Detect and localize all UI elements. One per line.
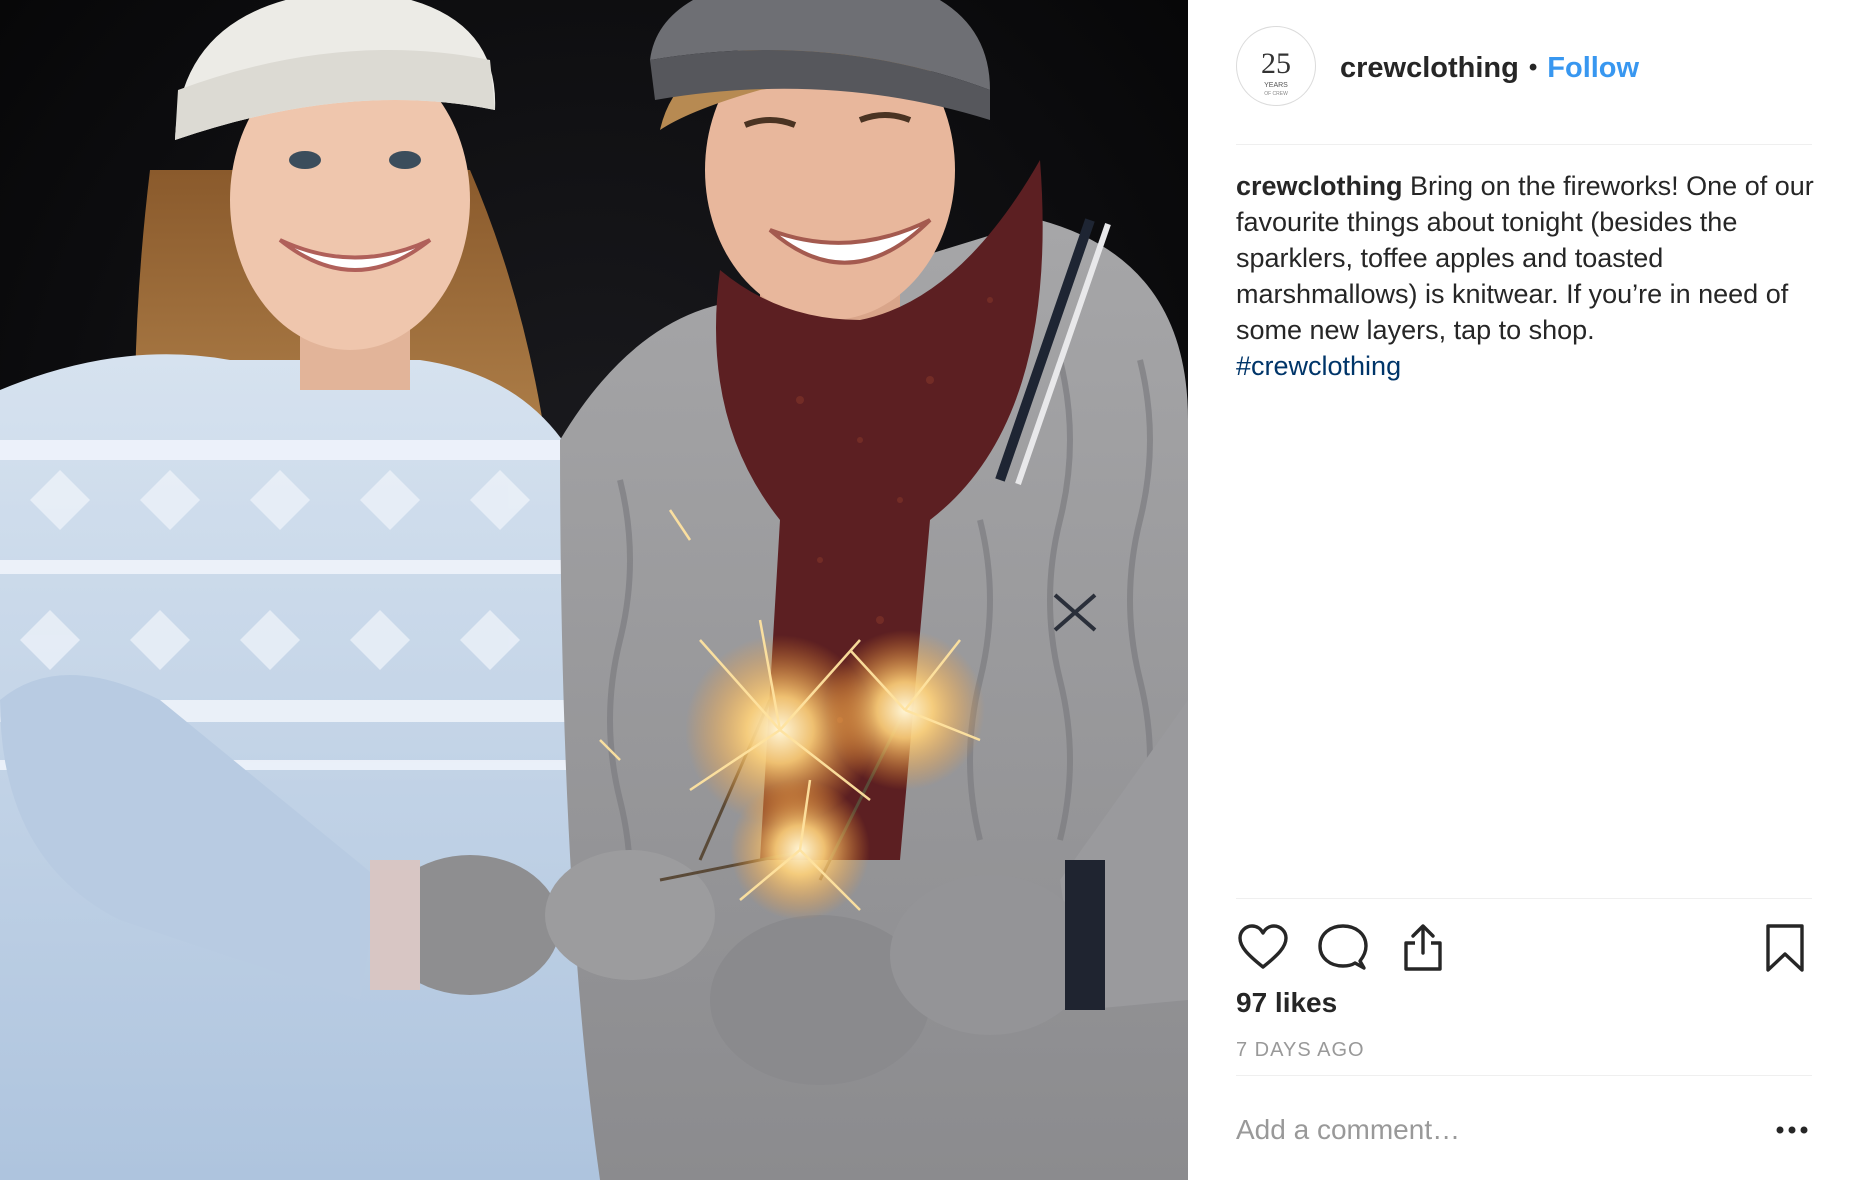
avatar-subcaption: OF CREW <box>1264 91 1288 97</box>
share-button[interactable] <box>1396 921 1450 975</box>
post-photo[interactable] <box>0 0 1188 1180</box>
share-icon <box>1404 924 1442 971</box>
post-details-panel: 25 YEARS OF CREW crewclothing • Follow c… <box>1188 0 1852 1180</box>
instagram-post: 25 YEARS OF CREW crewclothing • Follow c… <box>0 0 1852 1180</box>
avatar-caption: YEARS <box>1264 82 1288 89</box>
comment-button[interactable] <box>1316 921 1370 975</box>
avatar-number: 25 <box>1261 47 1291 80</box>
post-timestamp[interactable]: 7 DAYS AGO <box>1236 1039 1365 1062</box>
more-options-button[interactable] <box>1772 1110 1812 1150</box>
post-image <box>0 0 1188 1180</box>
post-caption: crewclothing Bring on the fireworks! One… <box>1236 168 1816 384</box>
post-header: 25 YEARS OF CREW crewclothing • Follow <box>1236 24 1812 145</box>
post-actions: 97 likes 7 DAYS AGO <box>1236 898 1812 1079</box>
bookmark-icon <box>1766 924 1804 972</box>
follow-button[interactable]: Follow <box>1547 52 1639 85</box>
comment-bar <box>1236 1075 1812 1180</box>
comment-icon <box>1318 924 1368 970</box>
username-link[interactable]: crewclothing <box>1340 52 1519 85</box>
brand-logo-icon: 25 YEARS OF CREW <box>1261 47 1291 97</box>
caption-hashtag[interactable]: #crewclothing <box>1236 348 1816 384</box>
avatar[interactable]: 25 YEARS OF CREW <box>1236 26 1316 106</box>
username-row: crewclothing • Follow <box>1340 48 1639 88</box>
heart-icon <box>1238 924 1288 969</box>
likes-count[interactable]: 97 likes <box>1236 987 1337 1019</box>
separator-dot: • <box>1528 54 1538 81</box>
save-button[interactable] <box>1758 921 1812 975</box>
caption-username[interactable]: crewclothing <box>1236 171 1403 201</box>
like-button[interactable] <box>1236 921 1290 975</box>
more-options-icon <box>1776 1126 1808 1134</box>
comment-input[interactable] <box>1236 1108 1736 1152</box>
